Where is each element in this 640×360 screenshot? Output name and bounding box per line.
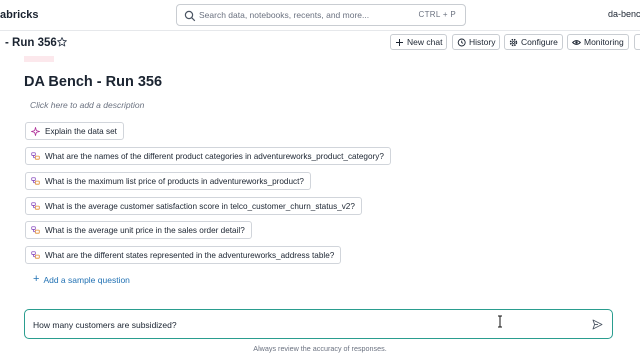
explain-dataset-button[interactable]: Explain the data set [25,122,124,140]
new-chat-button[interactable]: New chat [390,34,448,50]
configure-label: Configure [521,37,558,47]
sample-question-icon [31,225,40,234]
send-icon[interactable] [592,319,603,330]
sample-question-icon [31,151,40,160]
workspace-name[interactable]: da-bench [608,9,640,19]
banner-strip [24,56,54,62]
plus-icon: + [33,273,40,285]
sparkle-icon [31,126,40,136]
sample-question-label: What is the average customer satisfactio… [45,201,355,211]
description-placeholder[interactable]: Click here to add a description [30,100,144,110]
gear-icon [509,38,518,46]
page-title: - Run 356 [5,37,57,49]
plus-icon [396,38,403,46]
sample-question[interactable]: What is the average customer satisfactio… [25,197,362,215]
space-title: DA Bench - Run 356 [24,74,163,90]
sample-question-label: What are the different states represente… [45,250,335,260]
monitoring-button[interactable]: Monitoring [567,34,629,50]
brand-logo-text[interactable]: abricks [0,9,39,21]
search-placeholder: Search data, notebooks, recents, and mor… [199,10,370,20]
search-shortcut-hint: CTRL + P [418,10,456,19]
monitoring-label: Monitoring [584,37,624,47]
add-sample-question-link[interactable]: + Add a sample question [33,274,130,285]
disclaimer-text: Always review the accuracy of responses. [253,344,387,353]
sample-question-icon [31,176,40,185]
history-label: History [469,37,496,47]
configure-button[interactable]: Configure [504,34,563,50]
search-icon [184,10,196,22]
sample-question-label: What is the average unit price in the sa… [45,225,245,235]
eye-icon [572,39,581,45]
sample-question-icon [31,201,40,210]
sample-question[interactable]: What is the average unit price in the sa… [25,221,252,239]
star-icon[interactable] [57,37,67,47]
top-bar: abricks Search data, notebooks, recents,… [0,0,640,31]
explain-dataset-label: Explain the data set [45,126,117,136]
new-chat-label: New chat [407,37,443,47]
add-sample-question-label: Add a sample question [43,274,130,285]
sample-question[interactable]: What are the different states represente… [25,246,342,264]
sample-question[interactable]: What is the maximum list price of produc… [25,172,311,190]
text-cursor-icon [498,315,502,328]
sample-question-label: What are the names of the different prod… [45,151,384,161]
sample-question[interactable]: What are the names of the different prod… [25,147,391,165]
sample-question-icon [31,250,40,259]
more-options-button[interactable] [634,34,640,50]
history-icon [457,38,466,46]
sample-question-label: What is the maximum list price of produc… [45,176,304,186]
history-button[interactable]: History [452,34,501,50]
chat-input[interactable]: How many customers are subsidized? [24,309,613,339]
global-search-input[interactable]: Search data, notebooks, recents, and mor… [176,4,466,26]
page-header: - Run 356 New chat History Configure Mon… [0,34,640,54]
chat-input-value: How many customers are subsidized? [33,320,177,330]
